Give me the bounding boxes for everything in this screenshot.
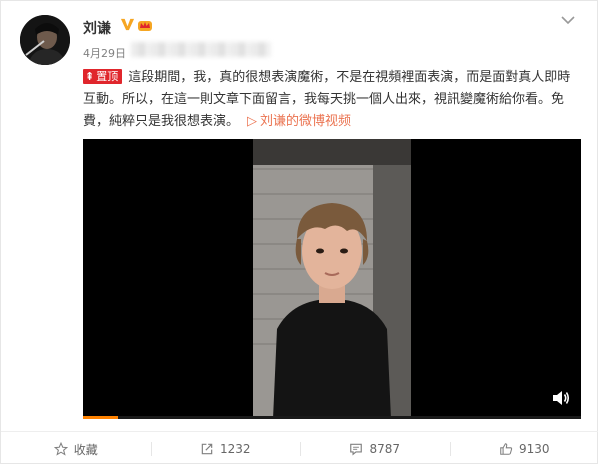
- avatar[interactable]: [20, 15, 70, 65]
- post-date[interactable]: 4月29日: [83, 45, 126, 61]
- comment-count: 8787: [369, 442, 400, 456]
- post-content: ⇞置顶這段期間，我，真的很想表演魔術，不是在視頻裡面表演，而是面對真人即時互動。…: [83, 67, 583, 133]
- video-progress-fill: [83, 416, 118, 419]
- pinned-badge: ⇞置顶: [83, 69, 122, 84]
- repost-button[interactable]: 1232: [151, 432, 301, 466]
- post-source-blurred: [131, 42, 271, 57]
- chevron-down-icon[interactable]: [561, 15, 575, 25]
- weibo-post-card: 刘谦 4月29日 ⇞置顶這段期間，我，真的很想表演魔術，不是在視頻裡面表演，而是…: [0, 0, 598, 464]
- repost-icon: [200, 442, 214, 456]
- video-player[interactable]: [83, 139, 581, 419]
- action-bar: 收藏 1232 8787 9130: [1, 431, 598, 466]
- video-link[interactable]: ▷刘谦的微博视频: [247, 114, 351, 129]
- username[interactable]: 刘谦: [83, 18, 111, 38]
- like-button[interactable]: 9130: [450, 432, 598, 466]
- vip-crown-icon[interactable]: [137, 18, 153, 32]
- pin-icon: ⇞: [85, 69, 94, 84]
- star-icon: [54, 442, 68, 456]
- pinned-label: 置顶: [96, 70, 118, 83]
- favorite-label: 收藏: [74, 441, 98, 458]
- video-link-label: 刘谦的微博视频: [260, 114, 351, 129]
- like-count: 9130: [519, 442, 550, 456]
- thumbs-up-icon: [499, 442, 513, 456]
- favorite-button[interactable]: 收藏: [1, 432, 151, 466]
- video-still-image: [253, 139, 411, 419]
- comment-button[interactable]: 8787: [300, 432, 450, 466]
- video-frame: [253, 139, 411, 419]
- verified-v-icon: [120, 17, 135, 32]
- comment-icon: [349, 442, 363, 456]
- video-play-icon: ▷: [247, 111, 257, 133]
- video-progress-bar[interactable]: [83, 416, 581, 419]
- volume-icon[interactable]: [551, 389, 571, 407]
- repost-count: 1232: [220, 442, 251, 456]
